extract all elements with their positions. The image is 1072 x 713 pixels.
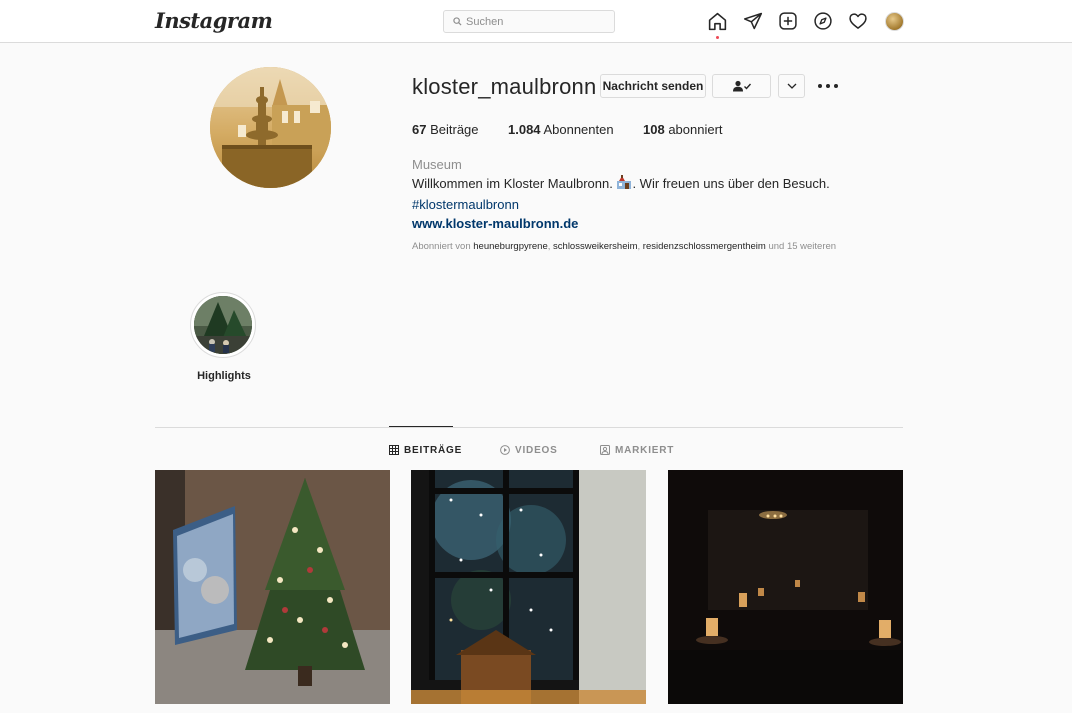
home-icon <box>708 12 726 30</box>
highlight-ring <box>190 292 256 358</box>
followed-by-user: schlossweikersheim <box>553 241 638 252</box>
tagged-person-icon <box>600 445 610 455</box>
bio-text: Willkommen im Kloster Maulbronn. . Wir f… <box>412 174 830 195</box>
followed-by-text[interactable]: Abonniert von heuneburgpyrene, schlosswe… <box>412 241 836 252</box>
following-status-button[interactable] <box>712 74 771 98</box>
followed-by-user: heuneburgpyrene <box>473 241 548 252</box>
profile-picture[interactable] <box>210 67 331 188</box>
following-count-number: 108 <box>643 122 665 137</box>
more-dots-icon-part <box>826 84 830 88</box>
home-button[interactable] <box>706 10 728 32</box>
tab-videos-label: VIDEOS <box>515 444 558 456</box>
person-check-icon <box>732 80 751 92</box>
chevron-down-icon <box>787 83 796 89</box>
posts-count-number: 67 <box>412 122 427 137</box>
tab-tagged-label: MARKIERT <box>615 444 675 456</box>
compass-icon <box>814 12 832 30</box>
followed-by-prefix: Abonniert von <box>412 241 474 252</box>
profile-image <box>210 67 331 188</box>
heart-icon <box>849 13 867 29</box>
search-icon <box>453 17 462 26</box>
suggested-accounts-button[interactable] <box>778 74 805 98</box>
more-dots-icon <box>818 84 822 88</box>
followers-link[interactable]: 1.084 Abonnenten <box>508 122 614 137</box>
story-highlight[interactable]: Highlights <box>190 292 258 382</box>
post-thumbnail-window-lights[interactable] <box>411 470 646 704</box>
bio-hashtag-link[interactable]: #klostermaulbronn <box>412 195 830 214</box>
search-input[interactable] <box>466 15 606 28</box>
church-emoji-icon <box>616 175 632 195</box>
new-post-button[interactable] <box>777 10 799 32</box>
explore-button[interactable] <box>812 10 834 32</box>
followers-count-number: 1.084 <box>508 122 541 137</box>
tab-videos[interactable]: VIDEOS <box>500 443 558 457</box>
tab-tagged[interactable]: MARKIERT <box>600 443 674 457</box>
following-link[interactable]: 108 abonniert <box>643 122 723 137</box>
top-nav-bar: Instagram <box>0 0 1072 43</box>
direct-messages-button[interactable] <box>742 10 764 32</box>
send-message-button[interactable]: Nachricht senden <box>600 74 706 98</box>
notification-dot <box>716 36 719 39</box>
active-tab-indicator <box>389 426 453 427</box>
website-link[interactable]: www.kloster-maulbronn.de <box>412 214 830 233</box>
tab-posts-label: BEITRÄGE <box>404 444 463 456</box>
profile-avatar-button[interactable] <box>885 12 904 31</box>
profile-username: kloster_maulbronn <box>412 74 597 99</box>
tabs-divider <box>155 427 903 428</box>
posts-count: 67 Beiträge <box>412 122 479 137</box>
profile-bio: Museum Willkommen im Kloster Maulbronn. … <box>412 155 830 233</box>
bio-text-part: . Wir freuen uns über den Besuch. <box>632 176 830 191</box>
highlight-thumbnail <box>194 296 252 354</box>
followers-count-label: Abonnenten <box>543 122 614 137</box>
followed-by-suffix: und 15 weiteren <box>765 241 837 252</box>
profile-category: Museum <box>412 157 462 172</box>
play-circle-icon <box>500 445 510 455</box>
highlight-label: Highlights <box>197 370 251 382</box>
activity-button[interactable] <box>847 10 869 32</box>
following-count-label: abonniert <box>668 122 723 137</box>
grid-icon <box>389 445 399 455</box>
plus-square-icon <box>779 12 797 30</box>
search-box[interactable] <box>443 10 615 33</box>
post-thumbnail-lanterns[interactable] <box>668 470 903 704</box>
bio-text-part: Willkommen im Kloster Maulbronn. <box>412 176 617 191</box>
paper-plane-icon <box>743 12 763 30</box>
options-menu-button[interactable] <box>818 80 838 92</box>
followed-by-user: residenzschlossmergentheim <box>642 241 766 252</box>
more-dots-icon-part <box>834 84 838 88</box>
instagram-logo[interactable]: Instagram <box>155 8 273 33</box>
tab-posts[interactable]: BEITRÄGE <box>389 443 462 457</box>
posts-count-label: Beiträge <box>430 122 479 137</box>
post-thumbnail-christmas-tree[interactable] <box>155 470 390 704</box>
